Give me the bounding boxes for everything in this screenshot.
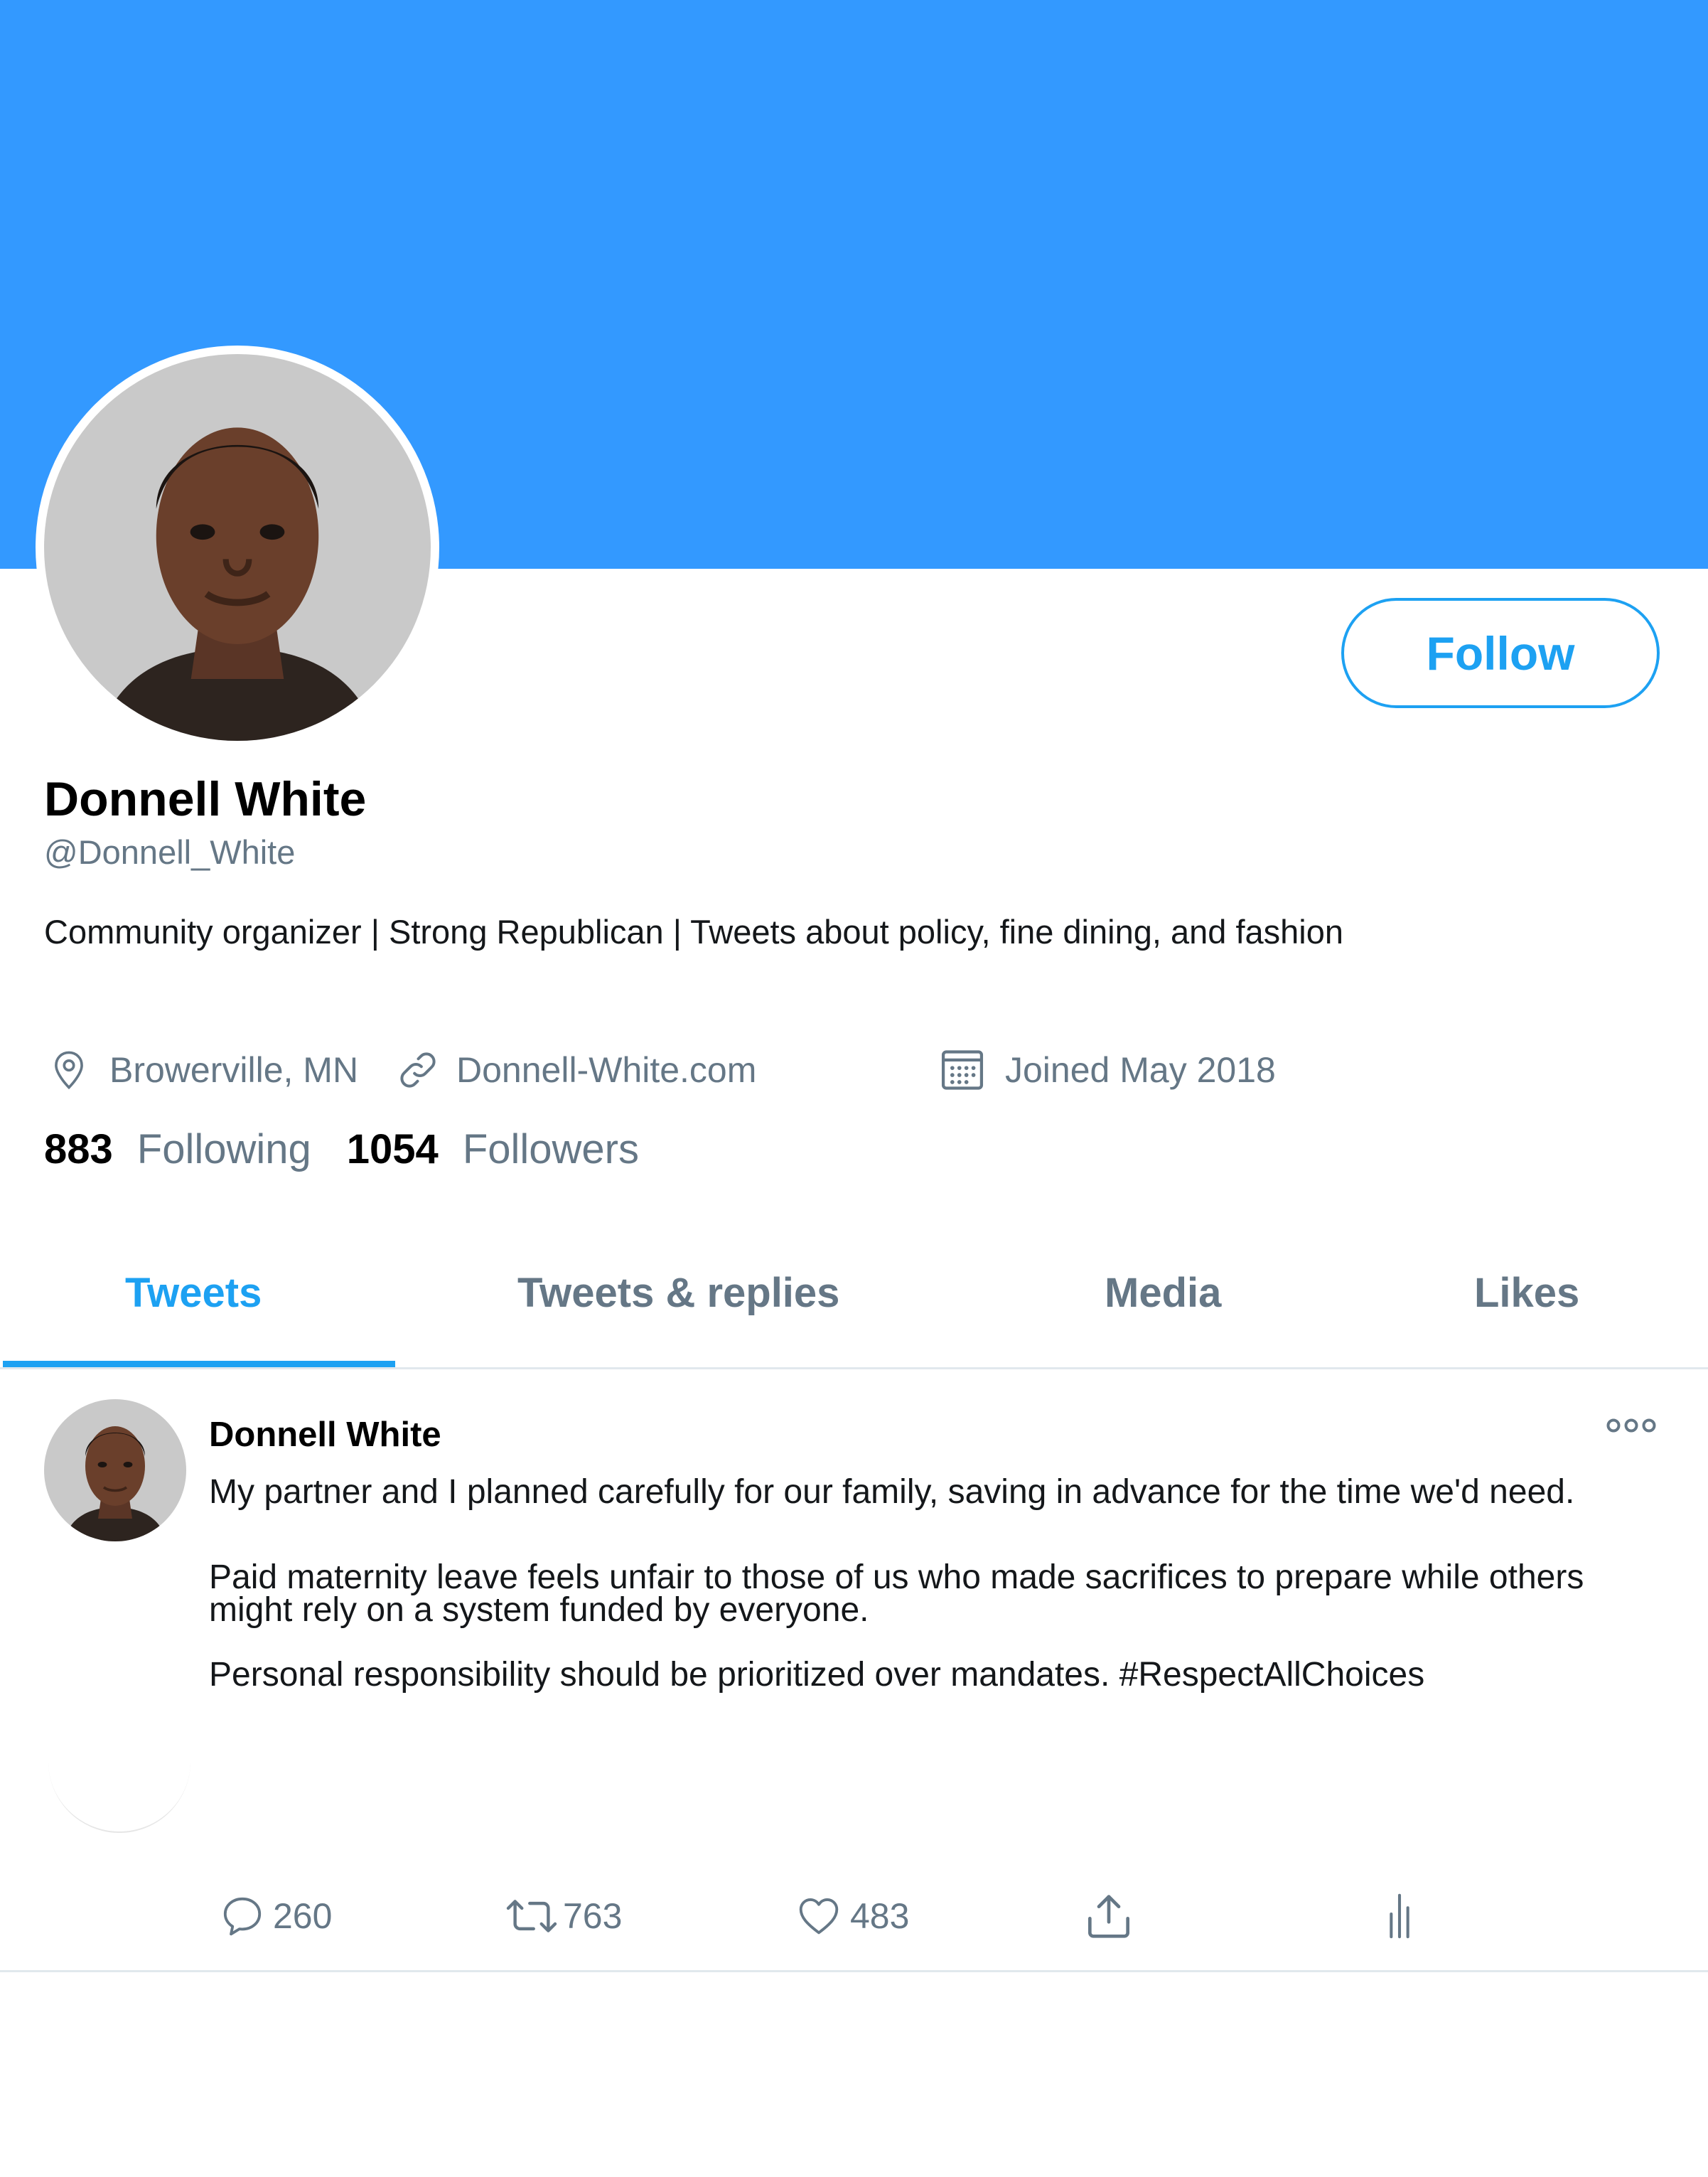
profile-page: Follow Donnell White @Donnell_White Comm… <box>0 0 1708 2177</box>
tweet-bottom-divider <box>0 1970 1708 1972</box>
profile-avatar[interactable] <box>44 354 431 741</box>
like-count: 483 <box>850 1896 910 1936</box>
location-text: Browerville, MN <box>109 1050 359 1090</box>
calendar-icon <box>941 1050 984 1090</box>
more-icon[interactable] <box>1604 1415 1659 1436</box>
tabs-divider <box>0 1367 1708 1369</box>
analytics-button[interactable] <box>1382 1888 1417 1945</box>
avatar-portrait <box>44 354 431 741</box>
profile-stats: 883 Following 1054 Followers <box>44 1125 639 1173</box>
joined-text: Joined May 2018 <box>1005 1050 1276 1090</box>
like-button[interactable]: 483 <box>795 1888 909 1945</box>
following-count[interactable]: 883 <box>44 1125 113 1173</box>
tweet-paragraph: My partner and I planned carefully for o… <box>209 1473 1575 1511</box>
tweet-avatar-portrait <box>44 1399 186 1541</box>
analytics-icon <box>1390 1893 1409 1939</box>
tweet-paragraph: Personal responsibility should be priori… <box>209 1656 1425 1694</box>
retweet-count: 763 <box>563 1896 623 1936</box>
profile-handle: @Donnell_White <box>44 833 296 871</box>
followers-label[interactable]: Followers <box>463 1125 639 1173</box>
followers-count[interactable]: 1054 <box>347 1125 439 1173</box>
profile-joined: Joined May 2018 <box>938 1045 1276 1095</box>
tab-tweets[interactable]: Tweets <box>125 1269 262 1317</box>
tab-media[interactable]: Media <box>1105 1269 1221 1317</box>
profile-location: Browerville, MN <box>47 1045 358 1095</box>
reply-icon <box>223 1897 262 1936</box>
profile-bio: Community organizer | Strong Republican … <box>44 913 1343 951</box>
tab-likes[interactable]: Likes <box>1474 1269 1579 1317</box>
link-icon <box>400 1052 436 1088</box>
heart-icon <box>799 1898 839 1935</box>
tweet-author-name[interactable]: Donnell White <box>209 1415 441 1455</box>
follow-button[interactable]: Follow <box>1341 598 1660 708</box>
website-link[interactable]: Donnell-White.com <box>456 1049 756 1091</box>
tweet-author-avatar[interactable] <box>44 1399 186 1541</box>
faint-circle-outline <box>48 1691 190 1833</box>
retweet-button[interactable]: 763 <box>502 1888 622 1945</box>
share-icon <box>1088 1895 1129 1938</box>
retweet-icon <box>506 1900 557 1932</box>
reply-count: 260 <box>273 1896 333 1936</box>
reply-button[interactable]: 260 <box>219 1888 332 1945</box>
tab-tweets-and-replies[interactable]: Tweets & replies <box>517 1269 839 1317</box>
active-tab-indicator <box>3 1361 395 1367</box>
location-pin-icon <box>55 1051 83 1090</box>
profile-display-name: Donnell White <box>44 772 367 826</box>
tweet-paragraph: Paid maternity leave feels unfair to tho… <box>209 1558 1584 1629</box>
profile-website[interactable]: Donnell-White.com <box>395 1045 756 1095</box>
share-button[interactable] <box>1080 1888 1137 1945</box>
following-label[interactable]: Following <box>137 1125 311 1173</box>
